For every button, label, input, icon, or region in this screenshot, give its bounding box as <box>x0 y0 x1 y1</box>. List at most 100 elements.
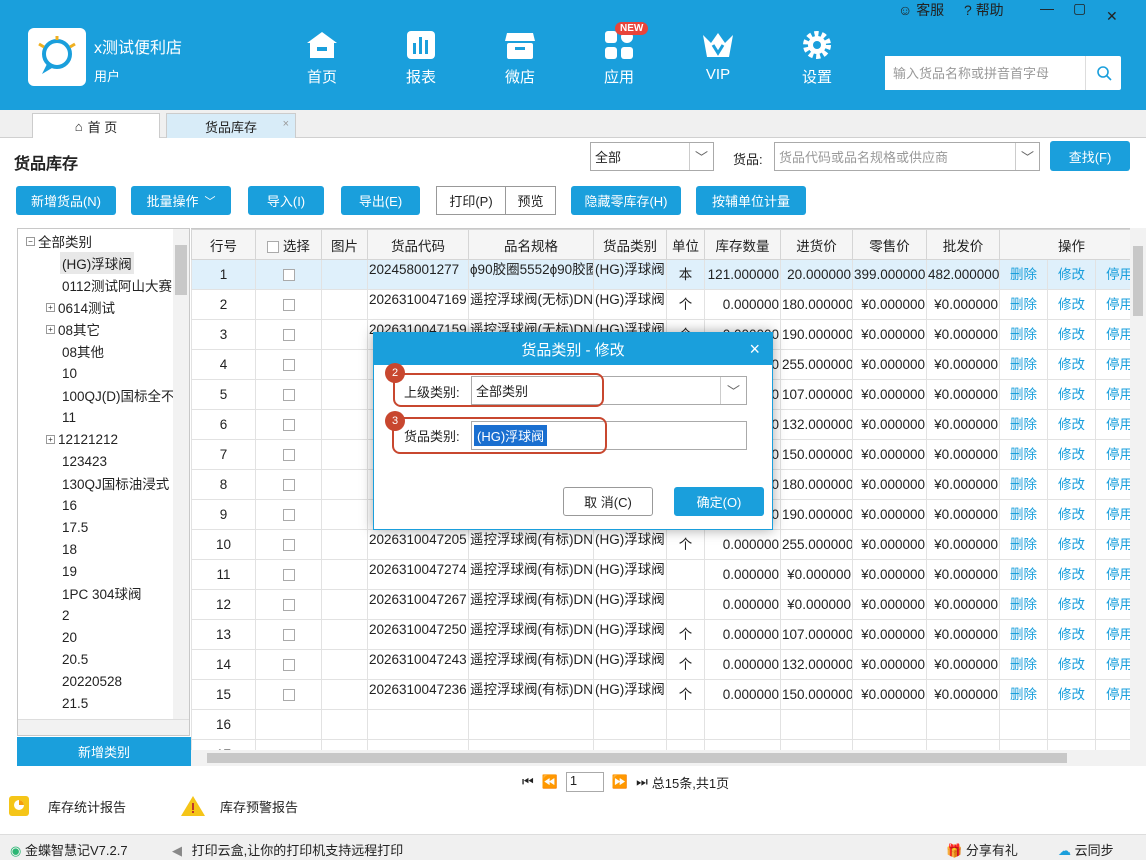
disable-link[interactable]: 停用 <box>1094 469 1130 500</box>
tree-item[interactable]: 100QJ(D)国标全不 <box>62 384 175 406</box>
edit-link[interactable]: 修改 <box>1047 649 1096 680</box>
tree-item[interactable]: 0112测试阿山大赛 <box>62 274 172 296</box>
table-row[interactable]: 16 <box>191 709 1130 740</box>
edit-link[interactable]: 修改 <box>1047 499 1096 530</box>
maximize-button[interactable]: ▢ <box>1073 0 1086 17</box>
aux-unit-button[interactable]: 按辅单位计量 <box>696 186 806 215</box>
disable-link[interactable]: 停用 <box>1094 499 1130 530</box>
collapse-icon[interactable]: − <box>26 236 35 246</box>
nav-report[interactable]: 报表 <box>389 28 453 87</box>
disable-link[interactable]: 停用 <box>1094 439 1130 470</box>
row-select[interactable] <box>255 739 322 750</box>
tree-item[interactable]: 19 <box>62 560 77 582</box>
print-button[interactable]: 打印(P) <box>436 186 506 215</box>
tree-item[interactable]: 08其他 <box>62 340 104 362</box>
delete-link[interactable]: 删除 <box>999 469 1048 500</box>
tab-close-icon[interactable]: × <box>283 118 289 130</box>
tree-item[interactable]: 11 <box>62 406 76 428</box>
tree-item[interactable]: +08其它 <box>46 318 100 340</box>
tree-item[interactable]: 21.5 <box>62 692 88 714</box>
help-link[interactable]: ? 帮助 <box>964 0 1004 20</box>
tree-item[interactable]: 16 <box>62 494 77 516</box>
table-row[interactable]: 14 2026310047243遥控浮球阀(有标)DN65(HG)浮球阀个0.00… <box>191 649 1130 680</box>
scroll-thumb[interactable] <box>1133 246 1143 316</box>
category-filter-select[interactable]: 全部 ﹀ <box>590 142 714 171</box>
nav-home[interactable]: 首页 <box>290 28 354 87</box>
col-header-buy-price[interactable]: 进货价 <box>780 229 853 260</box>
table-row[interactable]: 17 <box>191 739 1130 750</box>
delete-link[interactable]: 删除 <box>999 649 1048 680</box>
row-checkbox[interactable] <box>282 599 295 612</box>
minimize-button[interactable]: — <box>1040 0 1054 16</box>
global-search-input[interactable] <box>885 56 1083 90</box>
row-select[interactable] <box>255 439 322 470</box>
edit-link[interactable]: 修改 <box>1047 439 1096 470</box>
edit-link[interactable]: 修改 <box>1047 679 1096 710</box>
disable-link[interactable]: 停用 <box>1094 409 1130 440</box>
table-horizontal-scrollbar[interactable] <box>191 750 1146 766</box>
row-checkbox[interactable] <box>282 629 295 642</box>
delete-link[interactable]: 删除 <box>999 349 1048 380</box>
edit-link[interactable]: 修改 <box>1047 289 1096 320</box>
row-select[interactable] <box>255 469 322 500</box>
row-checkbox[interactable] <box>282 389 295 402</box>
add-category-button[interactable]: 新增类别 <box>17 737 191 766</box>
delete-link[interactable]: 删除 <box>999 259 1048 290</box>
cancel-button[interactable]: 取 消(C) <box>563 487 653 516</box>
scroll-thumb[interactable] <box>207 753 1067 763</box>
delete-link[interactable]: 删除 <box>999 439 1048 470</box>
delete-link[interactable]: 删除 <box>999 499 1048 530</box>
tree-vertical-scrollbar[interactable] <box>173 229 189 719</box>
tree-item-all[interactable]: − 全部类别 <box>26 230 92 252</box>
row-select[interactable] <box>255 589 322 620</box>
delete-link[interactable]: 删除 <box>999 679 1048 710</box>
table-row[interactable]: 13 2026310047250遥控浮球阀(有标)DN50(HG)浮球阀个0.00… <box>191 619 1130 650</box>
row-select[interactable] <box>255 499 322 530</box>
disable-link[interactable]: 停用 <box>1094 379 1130 410</box>
edit-link[interactable]: 修改 <box>1047 259 1096 290</box>
disable-link[interactable]: 停用 <box>1094 349 1130 380</box>
close-window-button[interactable]: ✕ <box>1106 8 1118 25</box>
service-link[interactable]: ☺ 客服 <box>898 0 944 20</box>
last-page-icon[interactable]: ⏭ <box>636 774 648 790</box>
page-number-input[interactable]: 1 <box>565 772 604 792</box>
disable-link[interactable]: 停用 <box>1094 649 1130 680</box>
col-header-select[interactable]: 选择 <box>255 229 322 260</box>
tree-item[interactable]: 1PC 304球阀 <box>62 582 142 604</box>
prev-page-icon[interactable]: ⏪ <box>542 774 558 790</box>
expand-icon[interactable]: + <box>46 302 55 312</box>
share-gift-link[interactable]: 🎁 分享有礼 <box>946 840 1018 859</box>
first-page-icon[interactable]: ⏮ <box>522 774 534 790</box>
add-goods-button[interactable]: 新增货品(N) <box>16 186 116 215</box>
hide-zero-stock-button[interactable]: 隐藏零库存(H) <box>571 186 681 215</box>
row-select[interactable] <box>255 649 322 680</box>
preview-button[interactable]: 预览 <box>505 186 556 215</box>
edit-link[interactable]: 修改 <box>1047 319 1096 350</box>
row-checkbox[interactable] <box>282 509 295 522</box>
row-checkbox[interactable] <box>282 269 295 282</box>
disable-link[interactable]: 停用 <box>1094 319 1130 350</box>
confirm-button[interactable]: 确定(O) <box>674 487 764 516</box>
tree-item[interactable]: 123423 <box>62 450 107 472</box>
table-row[interactable]: 2 2026310047169遥控浮球阀(无标)DN100(HG)浮球阀个0.00… <box>191 289 1130 320</box>
row-select[interactable] <box>255 529 322 560</box>
row-checkbox[interactable] <box>282 359 295 372</box>
import-button[interactable]: 导入(I) <box>248 186 324 215</box>
row-checkbox[interactable] <box>282 419 295 432</box>
tab-goods-stock[interactable]: 货品库存 × <box>166 113 296 138</box>
delete-link[interactable]: 删除 <box>999 289 1048 320</box>
edit-link[interactable]: 修改 <box>1047 559 1096 590</box>
edit-link[interactable]: 修改 <box>1047 409 1096 440</box>
table-row[interactable]: 1 202458001277ϕ90胶圈5552ϕ90胶圈5552ϕ90胶圈5552… <box>191 259 1130 290</box>
row-checkbox[interactable] <box>282 659 295 672</box>
cloud-sync-link[interactable]: ☁ 云同步 <box>1058 840 1114 859</box>
delete-link[interactable]: 删除 <box>999 319 1048 350</box>
tree-item[interactable]: +0614测试 <box>46 296 115 318</box>
delete-link[interactable]: 删除 <box>999 559 1048 590</box>
edit-link[interactable]: 修改 <box>1047 469 1096 500</box>
row-select[interactable] <box>255 319 322 350</box>
row-select[interactable] <box>255 619 322 650</box>
export-button[interactable]: 导出(E) <box>341 186 420 215</box>
stock-stats-report-link[interactable]: 库存统计报告 <box>8 795 126 817</box>
col-header-row-no[interactable]: 行号 <box>191 229 256 260</box>
